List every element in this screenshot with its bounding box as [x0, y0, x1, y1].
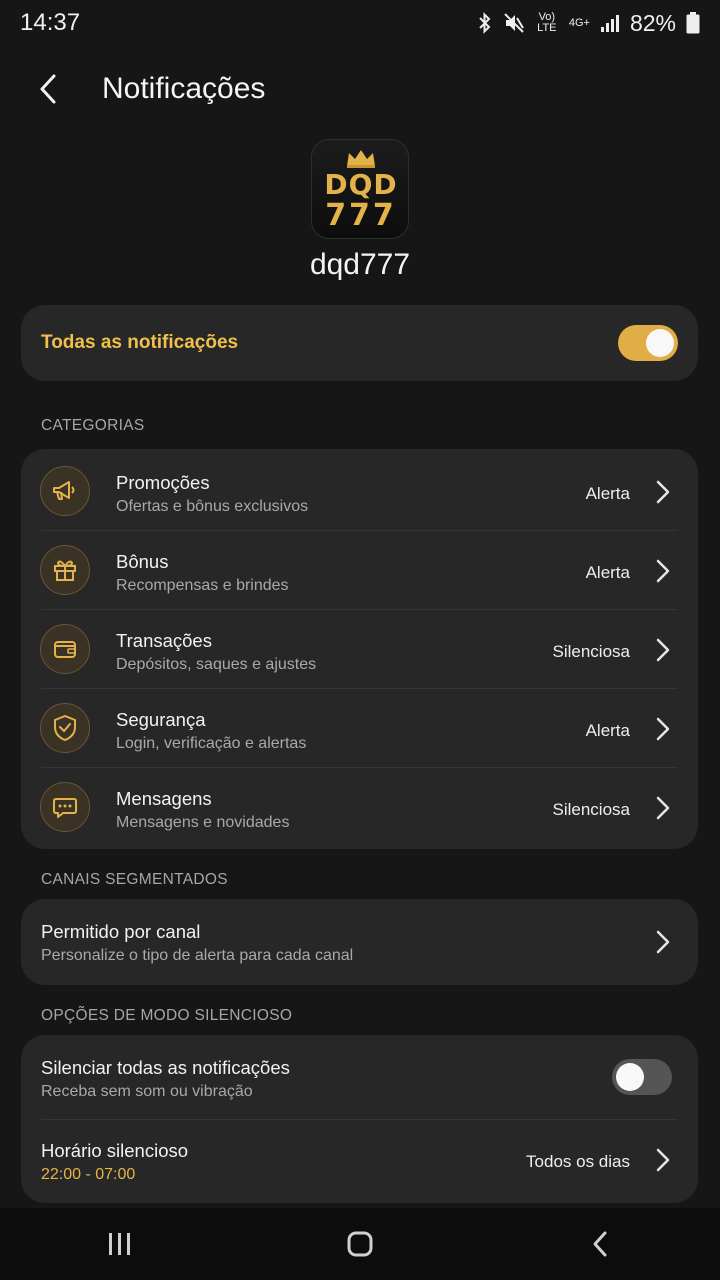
- status-bar: 14:37 Vo) LTE 4G+ 82%: [0, 0, 720, 46]
- category-title: Mensagens: [116, 788, 212, 809]
- home-icon: [347, 1231, 373, 1257]
- all-notifications-label: Todas as notificações: [41, 332, 239, 353]
- status-time: 14:37: [20, 9, 81, 36]
- gift-icon: [40, 545, 90, 595]
- logo-text-top: DQD: [324, 168, 398, 201]
- battery-percentage: 82%: [629, 9, 676, 36]
- recent-apps-button[interactable]: [80, 1214, 160, 1274]
- all-notifications-toggle[interactable]: [618, 325, 678, 361]
- app-bar: Notificações: [0, 56, 720, 122]
- signal-icon: [600, 13, 620, 33]
- section-header-channels: CANAIS SEGMENTADOS: [41, 871, 228, 888]
- quiet-hours-time: 22:00 - 07:00: [41, 1166, 136, 1183]
- section-header-silent: OPÇÕES DE MODO SILENCIOSO: [41, 1007, 293, 1024]
- bluetooth-icon: [477, 12, 493, 34]
- toggle-knob: [646, 329, 674, 357]
- category-title: Transações: [116, 630, 212, 651]
- category-title: Promoções: [116, 472, 210, 493]
- quiet-hours-title: Horário silencioso: [41, 1140, 189, 1161]
- category-value: Silenciosa: [552, 800, 631, 819]
- chevron-right-icon: [656, 1148, 670, 1172]
- chevron-right-icon: [656, 717, 670, 741]
- chevron-right-icon: [656, 559, 670, 583]
- volte-icon: Vo) LTE: [537, 11, 557, 34]
- toggle-knob: [616, 1063, 644, 1091]
- app-name: dqd777: [309, 248, 411, 281]
- all-notifications-row[interactable]: Todas as notificações: [21, 305, 698, 381]
- quiet-hours-days: Todos os dias: [526, 1152, 630, 1171]
- chevron-right-icon: [656, 796, 670, 820]
- back-button[interactable]: [16, 57, 80, 121]
- logo-text-bottom: 777: [325, 198, 397, 233]
- categories-card: Promoções Ofertas e bônus exclusivos Ale…: [21, 449, 698, 849]
- category-subtitle: Login, verificação e alertas: [116, 735, 307, 752]
- 4g-icon: 4G+: [568, 17, 590, 29]
- recent-apps-icon: [109, 1233, 130, 1255]
- category-subtitle: Depósitos, saques e ajustes: [116, 656, 317, 673]
- back-icon: [593, 1231, 607, 1257]
- chevron-right-icon: [656, 930, 670, 954]
- section-header-categories: CATEGORIAS: [41, 417, 145, 434]
- category-row-bonus[interactable]: Bônus Recompensas e brindes Alerta: [21, 531, 698, 609]
- category-value: Alerta: [585, 563, 630, 582]
- status-icons: Vo) LTE 4G+ 82%: [477, 10, 700, 37]
- app-logo: DQD 777: [311, 139, 409, 239]
- chat-bubble-icon: [40, 782, 90, 832]
- category-row-mensagens[interactable]: Mensagens Mensagens e novidades Silencio…: [21, 768, 698, 846]
- mute-all-subtitle: Receba sem som ou vibração: [41, 1083, 253, 1100]
- category-row-seguranca[interactable]: Segurança Login, verificação e alertas A…: [21, 689, 698, 767]
- silent-options-card: Silenciar todas as notificações Receba s…: [21, 1035, 698, 1203]
- category-subtitle: Recompensas e brindes: [116, 577, 289, 594]
- chevron-right-icon: [656, 638, 670, 662]
- mute-icon: [503, 12, 525, 34]
- quiet-hours-row[interactable]: Horário silencioso 22:00 - 07:00 Todos o…: [21, 1120, 698, 1203]
- back-nav-button[interactable]: [560, 1214, 640, 1274]
- category-value: Alerta: [585, 484, 630, 503]
- channel-permissions-subtitle: Personalize o tipo de alerta para cada c…: [41, 947, 354, 964]
- category-value: Silenciosa: [552, 642, 631, 661]
- crown-icon: [347, 150, 375, 168]
- category-subtitle: Ofertas e bônus exclusivos: [116, 498, 309, 515]
- system-navigation-bar: [0, 1208, 720, 1280]
- megaphone-icon: [40, 466, 90, 516]
- shield-icon: [40, 703, 90, 753]
- page-title: Notificações: [102, 72, 266, 105]
- category-row-promocoes[interactable]: Promoções Ofertas e bônus exclusivos Ale…: [21, 452, 698, 530]
- battery-icon: [686, 12, 700, 34]
- chevron-right-icon: [656, 480, 670, 504]
- category-value: Alerta: [585, 721, 630, 740]
- channel-permissions-title: Permitido por canal: [41, 921, 201, 942]
- mute-all-row[interactable]: Silenciar todas as notificações Receba s…: [21, 1035, 698, 1119]
- category-row-transacoes[interactable]: Transações Depósitos, saques e ajustes S…: [21, 610, 698, 688]
- wallet-icon: [40, 624, 90, 674]
- category-title: Bônus: [116, 551, 169, 572]
- channel-permissions-row[interactable]: Permitido por canal Personalize o tipo d…: [21, 899, 698, 985]
- mute-all-title: Silenciar todas as notificações: [41, 1057, 290, 1078]
- mute-all-toggle[interactable]: [612, 1059, 672, 1095]
- category-subtitle: Mensagens e novidades: [116, 814, 290, 831]
- back-arrow-icon: [40, 74, 56, 104]
- home-button[interactable]: [320, 1214, 400, 1274]
- category-title: Segurança: [116, 709, 206, 730]
